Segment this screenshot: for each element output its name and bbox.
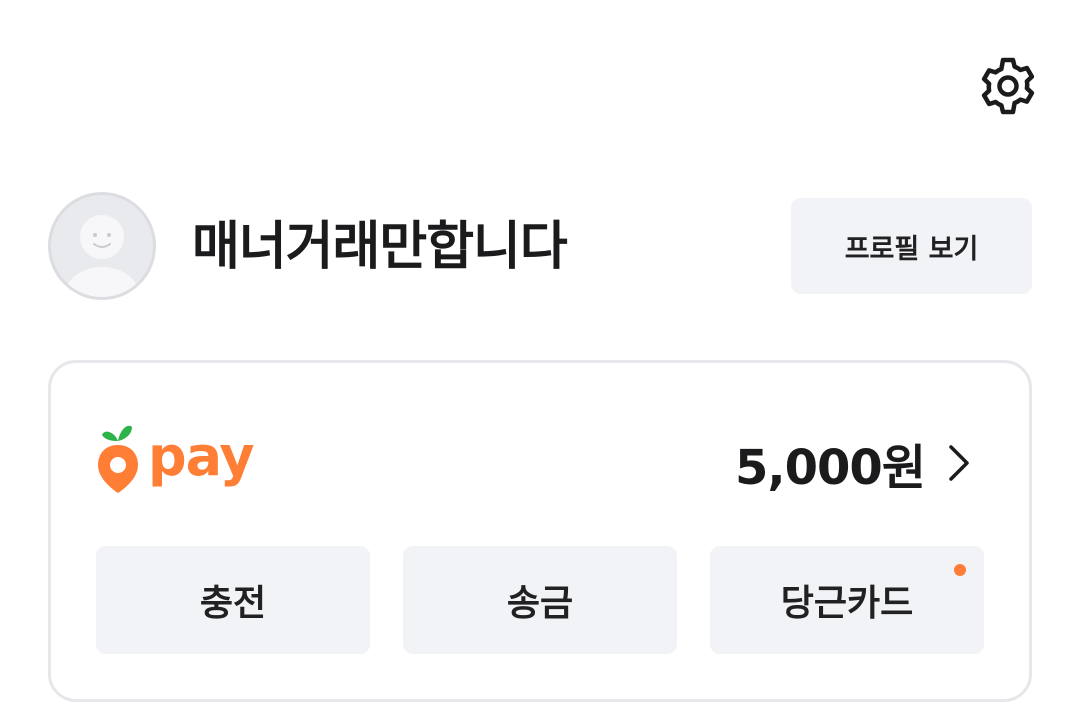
transfer-label: 송금 xyxy=(506,583,574,624)
transfer-button[interactable]: 송금 xyxy=(403,546,677,654)
nickname: 매너거래만합니다 xyxy=(192,217,568,277)
charge-label: 충전 xyxy=(199,583,267,624)
default-avatar-icon xyxy=(64,215,140,297)
pay-logo: pay xyxy=(96,417,255,497)
gear-icon xyxy=(981,57,1035,115)
new-indicator-dot xyxy=(954,564,966,576)
pay-balance-link[interactable]: 5,000원 xyxy=(735,433,973,496)
karrot-card-label: 당근카드 xyxy=(780,583,914,624)
settings-button[interactable] xyxy=(972,50,1044,122)
chevron-right-icon xyxy=(949,445,969,481)
karrot-card-button[interactable]: 당근카드 xyxy=(710,546,984,654)
view-profile-button[interactable]: 프로필 보기 xyxy=(791,198,1032,294)
avatar[interactable] xyxy=(48,192,156,300)
pay-balance: 5,000원 xyxy=(735,440,926,496)
charge-button[interactable]: 충전 xyxy=(96,546,370,654)
pay-card: pay 5,000원 충전 송금 당근카드 xyxy=(48,360,1032,702)
carrot-icon xyxy=(98,425,138,493)
pay-logo-text: pay xyxy=(148,425,255,488)
